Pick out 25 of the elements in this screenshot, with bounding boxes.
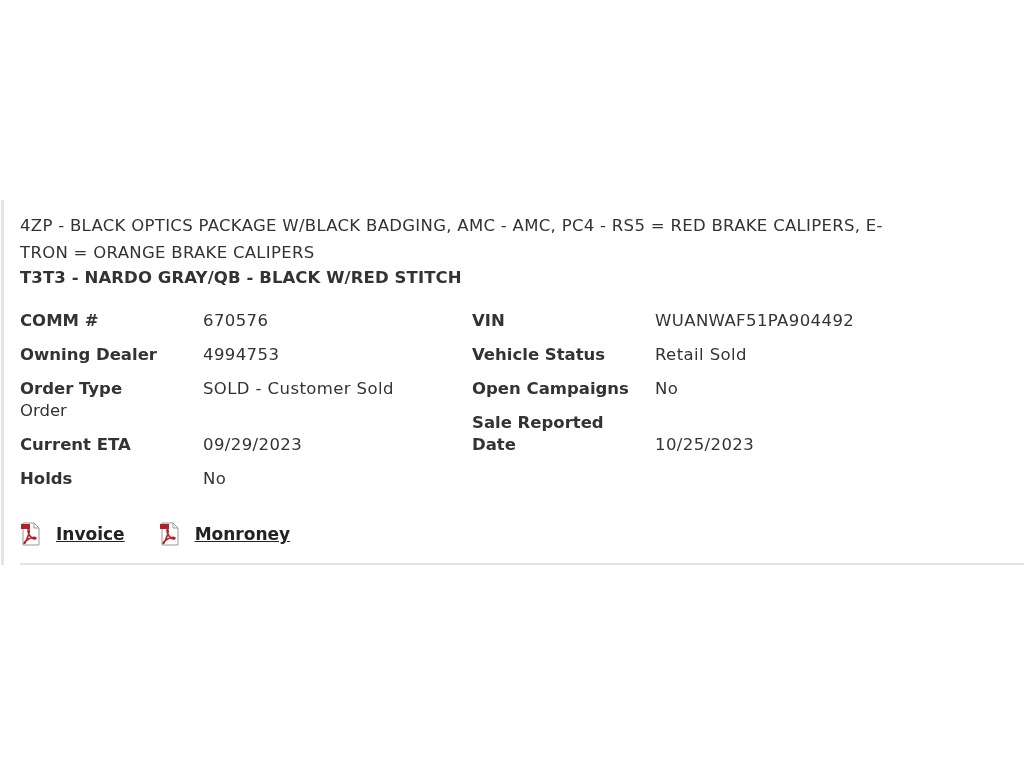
- field-value: Retail Sold: [655, 344, 747, 366]
- document-link[interactable]: Invoice: [20, 522, 125, 546]
- field-value: 10/25/2023: [655, 434, 755, 456]
- field-label: COMM #: [20, 310, 100, 332]
- color-code: T3T3 - NARDO GRAY/QB - BLACK W/RED STITCH: [20, 267, 463, 289]
- option-description: 4ZP - BLACK OPTICS PACKAGE W/BLACK BADGING, AMC - AMC, PC4 - RS5 = RED BRAKE CALIPERS, E-TRON = ORANGE BRAKE CALIPERS: [20, 215, 884, 264]
- pdf-icon: [20, 522, 42, 546]
- field-value: 4994753: [203, 344, 280, 366]
- field-value: No: [203, 468, 227, 490]
- document-link[interactable]: Monroney: [158, 522, 291, 546]
- field-label: VIN: [472, 310, 506, 332]
- field-value: 09/29/2023: [203, 434, 303, 456]
- field-value: 670576: [203, 310, 269, 332]
- field-value: No: [655, 378, 679, 400]
- field-label: Sale Reported Date: [472, 412, 605, 456]
- field-label: Open Campaigns: [472, 378, 630, 400]
- field-value: SOLD - Customer Sold: [203, 378, 394, 400]
- field-label: Owning Dealer: [20, 344, 158, 366]
- field-value: WUANWAF51PA904492: [655, 310, 855, 332]
- field-label: Order Type: [20, 378, 124, 400]
- pdf-icon: [158, 522, 181, 546]
- field-label: Vehicle Status: [472, 344, 607, 366]
- field-label: Current ETA: [20, 434, 132, 456]
- field-note: Order: [20, 400, 68, 422]
- field-label: Holds: [20, 468, 74, 490]
